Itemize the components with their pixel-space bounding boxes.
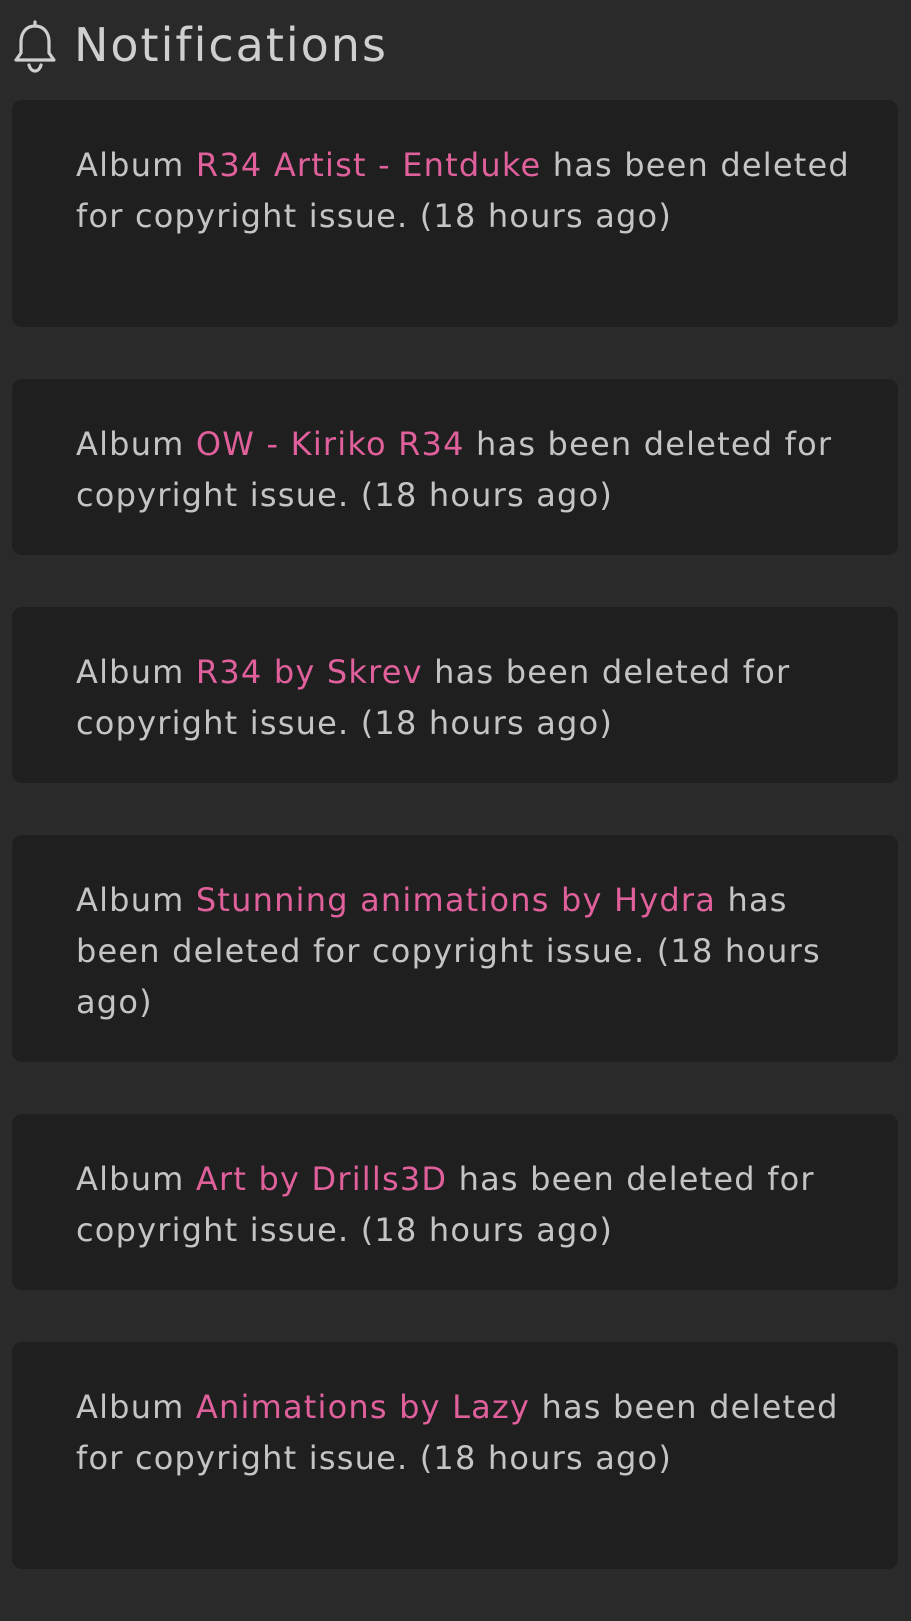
album-link[interactable]: R34 Artist - Entduke xyxy=(196,146,541,184)
notification-text: Album Animations by Lazy has been delete… xyxy=(76,1382,858,1484)
notification-card: Album R34 by Skrev has been deleted for … xyxy=(12,607,898,783)
notification-card: Album Stunning animations by Hydra has b… xyxy=(12,835,898,1062)
notification-list: Album R34 Artist - Entduke has been dele… xyxy=(12,100,898,1621)
album-link[interactable]: OW - Kiriko R34 xyxy=(196,425,465,463)
notification-card: Album Art by Drills3D has been deleted f… xyxy=(12,1114,898,1290)
notification-text: Album R34 Artist - Entduke has been dele… xyxy=(76,140,858,242)
notification-prefix: Album xyxy=(76,146,196,184)
album-link[interactable]: Art by Drills3D xyxy=(196,1160,447,1198)
bell-icon xyxy=(12,17,58,73)
notification-card: Album OW - Kiriko R34 has been deleted f… xyxy=(12,379,898,555)
page-title: Notifications xyxy=(74,18,388,72)
notification-text: Album R34 by Skrev has been deleted for … xyxy=(76,647,858,749)
notification-prefix: Album xyxy=(76,1388,196,1426)
notification-prefix: Album xyxy=(76,1160,196,1198)
album-link[interactable]: Stunning animations by Hydra xyxy=(196,881,716,919)
notification-prefix: Album xyxy=(76,653,196,691)
notification-prefix: Album xyxy=(76,425,196,463)
album-link[interactable]: Animations by Lazy xyxy=(196,1388,530,1426)
notifications-header: Notifications xyxy=(12,12,388,78)
album-link[interactable]: R34 by Skrev xyxy=(196,653,423,691)
notification-card: Album Animations by Lazy has been delete… xyxy=(12,1342,898,1569)
notification-text: Album OW - Kiriko R34 has been deleted f… xyxy=(76,419,858,521)
notification-prefix: Album xyxy=(76,881,196,919)
notification-text: Album Stunning animations by Hydra has b… xyxy=(76,875,858,1028)
notification-card: Album R34 Artist - Entduke has been dele… xyxy=(12,100,898,327)
notification-text: Album Art by Drills3D has been deleted f… xyxy=(76,1154,858,1256)
